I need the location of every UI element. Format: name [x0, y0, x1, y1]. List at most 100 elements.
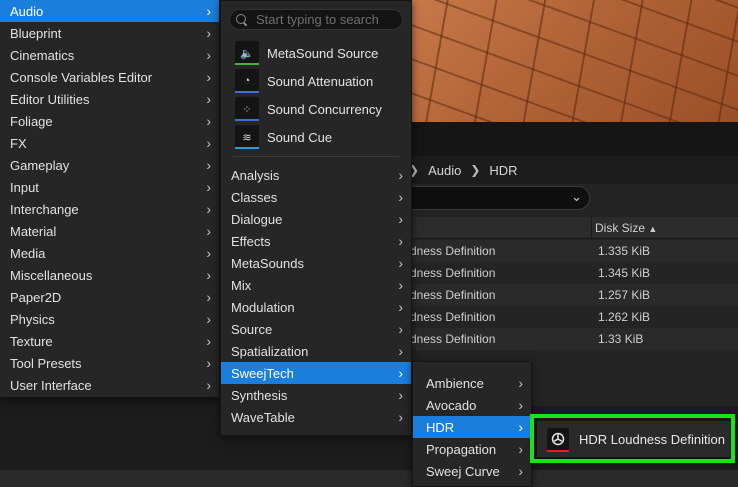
- menu-item-material[interactable]: Material ›: [0, 220, 219, 242]
- chevron-right-icon: ›: [206, 25, 211, 41]
- asset-label: Sound Cue: [267, 129, 333, 145]
- menu-item-interchange[interactable]: Interchange ›: [0, 198, 219, 220]
- asset-size: 1.33 KiB: [598, 332, 644, 346]
- menu-item-tool-presets[interactable]: Tool Presets ›: [0, 352, 219, 374]
- menu-item-media[interactable]: Media ›: [0, 242, 219, 264]
- menu-search-input[interactable]: [256, 12, 396, 27]
- menu-item-modulation[interactable]: Modulation ›: [221, 296, 411, 318]
- menu-item-spatialization[interactable]: Spatialization ›: [221, 340, 411, 362]
- menu-item-synthesis[interactable]: Synthesis ›: [221, 384, 411, 406]
- asset-sound-cue[interactable]: ≋ Sound Cue: [221, 123, 411, 151]
- asset-label: Sound Concurrency: [267, 101, 382, 117]
- breadcrumb-item-hdr[interactable]: HDR: [489, 163, 517, 178]
- menu-item-editor-utilities[interactable]: Editor Utilities ›: [0, 88, 219, 110]
- menu-item-paper2d[interactable]: Paper2D ›: [0, 286, 219, 308]
- chevron-right-icon: ›: [398, 189, 403, 205]
- menu-item-label: Classes: [231, 189, 278, 205]
- menu-item-hdr[interactable]: HDR ›: [413, 416, 531, 438]
- menu-divider: [233, 156, 399, 157]
- breadcrumb-item-audio[interactable]: Audio: [428, 163, 461, 178]
- sound-concurrency-icon: ⁘: [235, 97, 259, 121]
- menu-item-ambience[interactable]: Ambience ›: [413, 372, 531, 394]
- column-separator[interactable]: [591, 217, 592, 239]
- menu-item-label: Console Variables Editor: [10, 69, 153, 85]
- menu-item-user-interface[interactable]: User Interface ›: [0, 374, 219, 396]
- chevron-right-icon: ›: [518, 441, 523, 457]
- menu-item-label: Modulation: [231, 299, 295, 315]
- chevron-right-icon: ›: [206, 3, 211, 19]
- chevron-right-icon: ›: [206, 69, 211, 85]
- chevron-right-icon: ›: [398, 167, 403, 183]
- chevron-right-icon: ›: [518, 375, 523, 391]
- table-row[interactable]: dness Definition 1.335 KiB: [400, 240, 738, 262]
- asset-sound-attenuation[interactable]: ◔ Sound Attenuation: [221, 67, 411, 95]
- asset-metasound-source[interactable]: 🔈 MetaSound Source: [221, 39, 411, 67]
- menu-item-effects[interactable]: Effects ›: [221, 230, 411, 252]
- menu-item-sweejtech[interactable]: SweejTech ›: [221, 362, 411, 384]
- menu-item-input[interactable]: Input ›: [0, 176, 219, 198]
- asset-type-bar: [235, 63, 259, 65]
- menu-item-label: Media: [10, 245, 46, 261]
- chevron-down-icon[interactable]: ⌄: [571, 189, 582, 205]
- menu-item-avocado[interactable]: Avocado ›: [413, 394, 531, 416]
- menu-item-analysis[interactable]: Analysis ›: [221, 164, 411, 186]
- menu-item-blueprint[interactable]: Blueprint ›: [0, 22, 219, 44]
- chevron-right-icon: ›: [206, 113, 211, 129]
- menu-item-label: Propagation: [426, 441, 497, 457]
- table-header: Disk Size ▲: [400, 217, 738, 239]
- sort-ascending-icon: ▲: [648, 224, 658, 234]
- chevron-right-icon: ›: [398, 277, 403, 293]
- asset-hdr-loudness-definition[interactable]: HDR Loudness Definition: [537, 421, 731, 457]
- chevron-right-icon: ›: [518, 463, 523, 479]
- menu-item-cinematics[interactable]: Cinematics ›: [0, 44, 219, 66]
- asset-type-bar: [235, 91, 259, 93]
- menu-item-console-variables-editor[interactable]: Console Variables Editor ›: [0, 66, 219, 88]
- asset-size: 1.345 KiB: [598, 266, 651, 280]
- level-viewport[interactable]: [400, 0, 738, 122]
- chevron-right-icon: ›: [398, 321, 403, 337]
- asset-sound-concurrency[interactable]: ⁘ Sound Concurrency: [221, 95, 411, 123]
- menu-item-miscellaneous[interactable]: Miscellaneous ›: [0, 264, 219, 286]
- sound-attenuation-icon: ◔: [235, 69, 259, 93]
- chevron-right-icon: ›: [206, 333, 211, 349]
- menu-item-wavetable[interactable]: WaveTable ›: [221, 406, 411, 428]
- table-row[interactable]: dness Definition 1.33 KiB: [400, 328, 738, 350]
- menu-item-label: Paper2D: [10, 289, 62, 305]
- column-disk-size[interactable]: Disk Size ▲: [595, 221, 657, 235]
- chevron-right-icon: ›: [518, 419, 523, 435]
- menu-item-label: Tool Presets: [10, 355, 82, 371]
- menu-item-label: FX: [10, 135, 27, 151]
- menu-item-metasounds[interactable]: MetaSounds ›: [221, 252, 411, 274]
- menu-search-field[interactable]: [229, 9, 403, 30]
- menu-item-gameplay[interactable]: Gameplay ›: [0, 154, 219, 176]
- menu-item-physics[interactable]: Physics ›: [0, 308, 219, 330]
- chevron-right-icon: ›: [398, 409, 403, 425]
- menu-item-label: Interchange: [10, 201, 79, 217]
- table-row[interactable]: dness Definition 1.257 KiB: [400, 284, 738, 306]
- content-search-input[interactable]: ⌄: [390, 186, 590, 210]
- menu-item-foliage[interactable]: Foliage ›: [0, 110, 219, 132]
- table-row[interactable]: dness Definition 1.345 KiB: [400, 262, 738, 284]
- menu-item-sweej-curve[interactable]: Sweej Curve ›: [413, 460, 531, 482]
- chevron-right-icon: ›: [206, 223, 211, 239]
- chevron-right-icon: ›: [206, 377, 211, 393]
- menu-item-label: Cinematics: [10, 47, 75, 63]
- asset-name: dness Definition: [410, 288, 496, 302]
- menu-item-fx[interactable]: FX ›: [0, 132, 219, 154]
- menu-item-audio[interactable]: Audio ›: [0, 0, 219, 22]
- asset-label: Sound Attenuation: [267, 73, 374, 89]
- menu-item-propagation[interactable]: Propagation ›: [413, 438, 531, 460]
- menu-item-source[interactable]: Source ›: [221, 318, 411, 340]
- menu-item-classes[interactable]: Classes ›: [221, 186, 411, 208]
- asset-name: dness Definition: [410, 332, 496, 346]
- table-row[interactable]: dness Definition 1.262 KiB: [400, 306, 738, 328]
- menu-item-mix[interactable]: Mix ›: [221, 274, 411, 296]
- menu-item-label: Effects: [231, 233, 271, 249]
- menu-item-dialogue[interactable]: Dialogue ›: [221, 208, 411, 230]
- menu-item-texture[interactable]: Texture ›: [0, 330, 219, 352]
- asset-table: dness Definition 1.335 KiB dness Definiti…: [400, 240, 738, 350]
- audio-submenu: 🔈 MetaSound Source ◔ Sound Attenuation ⁘…: [220, 0, 412, 436]
- asset-size: 1.262 KiB: [598, 310, 651, 324]
- metasound-source-icon: 🔈: [235, 41, 259, 65]
- asset-name: dness Definition: [410, 244, 496, 258]
